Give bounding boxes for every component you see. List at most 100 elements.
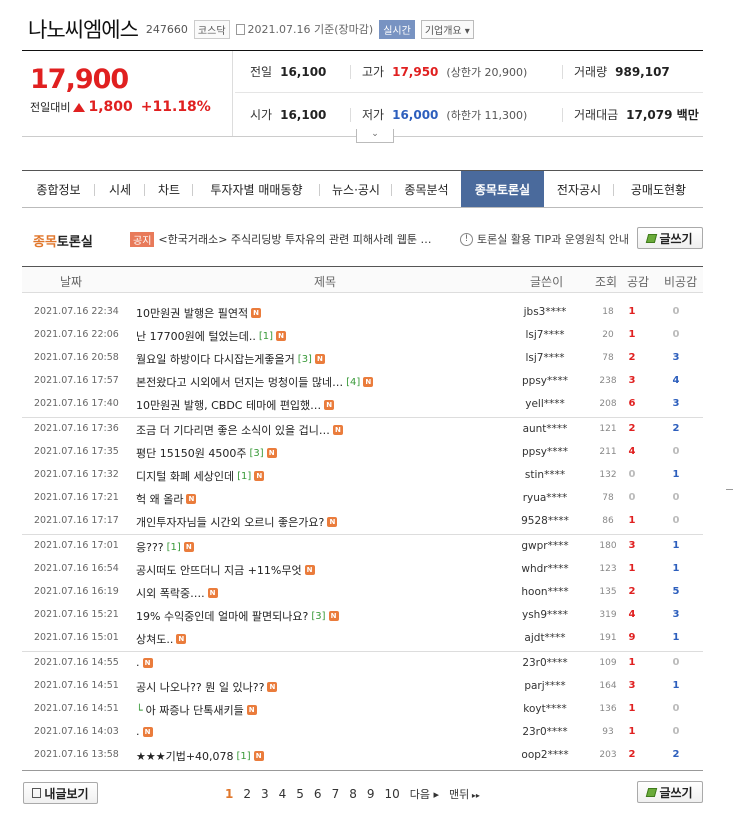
post-dislikes: 0 xyxy=(672,306,680,317)
page-link[interactable]: 9 xyxy=(362,787,380,801)
post-title: 디지털 화폐 세상인데 xyxy=(136,470,235,483)
post-title-link[interactable]: 상쳐도.. N xyxy=(136,631,187,647)
post-writer[interactable]: ryua**** xyxy=(502,492,588,504)
post-writer[interactable]: gwpr**** xyxy=(502,540,588,552)
post-writer[interactable]: parj**** xyxy=(502,680,588,692)
post-writer[interactable]: 9528**** xyxy=(502,515,588,527)
page-link[interactable]: 5 xyxy=(291,787,309,801)
tab-7[interactable]: 전자공시 xyxy=(544,171,614,207)
post-title-link[interactable]: 19% 수익중인데 얼마에 팔면되나요? [3] N xyxy=(136,608,339,624)
post-writer[interactable]: ppsy**** xyxy=(502,446,588,458)
post-writer[interactable]: yell**** xyxy=(502,398,588,410)
post-dislikes: 4 xyxy=(672,375,680,386)
last-page-link[interactable]: 맨뒤 ▸▸ xyxy=(444,786,485,802)
write-button-top[interactable]: 글쓰기 xyxy=(637,227,703,249)
page-link[interactable]: 3 xyxy=(256,787,274,801)
post-title-link[interactable]: 조금 더 기다리면 좋은 소식이 있을 겁니… N xyxy=(136,422,343,438)
post-title-link[interactable]: 응??? [1] N xyxy=(136,539,194,555)
realtime-button[interactable]: 실시간 xyxy=(379,19,415,39)
tab-label: 차트 xyxy=(157,182,181,197)
post-title-link[interactable]: 디지털 화폐 세상인데 [1] N xyxy=(136,468,265,484)
post-writer[interactable]: oop2**** xyxy=(502,749,588,761)
post-title-link[interactable]: 공시 나오나?? 뭔 일 있나?? N xyxy=(136,679,278,695)
post-title-link[interactable]: 본전왔다고 시외에서 던지는 멍청이들 많네… [4] N xyxy=(136,374,374,390)
post-dislikes: 1 xyxy=(672,563,680,574)
tab-1[interactable]: 시세 xyxy=(95,171,145,207)
tab-label: 전자공시 xyxy=(556,182,602,197)
post-dislikes: 1 xyxy=(672,469,680,480)
post-writer[interactable]: lsj7**** xyxy=(502,329,588,341)
tab-6[interactable]: 종목토론실 xyxy=(461,171,544,207)
next-page-link[interactable]: 다음 ▸ xyxy=(405,786,444,802)
post-writer[interactable]: 23r0**** xyxy=(502,657,588,669)
page-link[interactable]: 8 xyxy=(344,787,362,801)
table-row: 2021.07.16 14:51 공시 나오나?? 뭔 일 있나?? Nparj**… xyxy=(22,675,703,698)
tab-0[interactable]: 종합정보 xyxy=(22,171,95,207)
post-dislikes: 3 xyxy=(672,352,680,363)
post-title-link[interactable]: 월요일 하방이다 다시잡는게좋을거 [3] N xyxy=(136,351,325,367)
post-title-link[interactable]: ★★★기법+40,078 [1] N xyxy=(136,748,264,764)
post-title-link[interactable]: 공시떠도 안뜨더니 지금 +11%무엇 N xyxy=(136,562,315,578)
new-icon: N xyxy=(324,400,335,410)
company-info-dropdown[interactable]: 기업개요 ▾ xyxy=(420,19,474,39)
my-posts-button[interactable]: 내글보기 xyxy=(23,782,98,804)
post-writer[interactable]: jbs3**** xyxy=(502,306,588,318)
post-writer[interactable]: ajdt**** xyxy=(502,632,588,644)
tab-label: 종합정보 xyxy=(36,182,81,197)
up-triangle-icon xyxy=(73,102,86,112)
post-writer[interactable]: 23r0**** xyxy=(502,726,588,738)
post-date: 2021.07.16 17:01 xyxy=(34,540,119,551)
page-link[interactable]: 7 xyxy=(327,787,345,801)
post-date: 2021.07.16 22:34 xyxy=(34,306,119,317)
new-icon: N xyxy=(142,657,153,668)
post-title-link[interactable]: 헉 왜 올라 N xyxy=(136,491,197,507)
post-writer[interactable]: aunt**** xyxy=(502,423,588,435)
write-button-bottom[interactable]: 글쓰기 xyxy=(637,781,703,803)
tab-4[interactable]: 뉴스·공시 xyxy=(320,171,392,207)
post-writer[interactable]: hoon**** xyxy=(502,586,588,598)
post-title-link[interactable]: 평단 15150원 4500주 [3] N xyxy=(136,445,277,461)
post-date: 2021.07.16 16:54 xyxy=(34,563,119,574)
post-title-link[interactable]: 개인투자자님들 시간외 오르니 좋은가요? N xyxy=(136,514,338,530)
expand-toggle[interactable]: ⌄ xyxy=(356,129,394,143)
post-title-link[interactable]: 10만원권 발행은 필연적 N xyxy=(136,305,262,321)
new-icon: N xyxy=(183,542,194,552)
post-writer[interactable]: ysh9**** xyxy=(502,609,588,621)
post-dislikes: 0 xyxy=(672,492,680,503)
table-row: 2021.07.16 17:36 조금 더 기다리면 좋은 소식이 있을 겁니… N… xyxy=(22,418,703,441)
post-writer[interactable]: ppsy**** xyxy=(502,375,588,387)
post-writer[interactable]: stin**** xyxy=(502,469,588,481)
tab-2[interactable]: 차트 xyxy=(145,171,193,207)
post-writer[interactable]: whdr**** xyxy=(502,563,588,575)
table-row: 2021.07.16 17:01 응??? [1] Ngwpr**** 180 3 1 xyxy=(22,535,703,558)
post-title: 10만원권 발행, CBDC 테마에 편입했… xyxy=(136,399,322,412)
tab-8[interactable]: 공매도현황 xyxy=(614,171,703,207)
post-title-link[interactable]: 10만원권 발행, CBDC 테마에 편입했… N xyxy=(136,397,335,413)
post-dislikes: 1 xyxy=(672,680,680,691)
post-title-link[interactable]: └ 아 짜증나 단톡새키들 N xyxy=(136,702,257,718)
tab-3[interactable]: 투자자별 매매동향 xyxy=(193,171,320,207)
tab-5[interactable]: 종목분석 xyxy=(392,171,461,207)
post-writer[interactable]: koyt**** xyxy=(502,703,588,715)
post-title-link[interactable]: 난 17700원에 털었는데.. [1] N xyxy=(136,328,286,344)
post-title-link[interactable]: .N xyxy=(136,725,153,738)
tab-bar: 종합정보 시세 차트 투자자별 매매동향 뉴스·공시 종목분석 종목토론실 전자공시 공매도현황 xyxy=(22,170,703,208)
page-link[interactable]: 6 xyxy=(309,787,327,801)
prev-close: 전일 16,100 xyxy=(250,64,327,80)
post-writer[interactable]: lsj7**** xyxy=(502,352,588,364)
page-link[interactable]: 10 xyxy=(379,787,404,801)
page-link[interactable]: 4 xyxy=(274,787,292,801)
post-dislikes: 0 xyxy=(672,657,680,668)
post-likes: 4 xyxy=(628,446,636,457)
tip-link[interactable]: ! 토론실 활용 TIP과 운영원칙 안내 xyxy=(460,231,629,247)
post-title-link[interactable]: .N xyxy=(136,656,153,669)
page-link[interactable]: 2 xyxy=(238,787,256,801)
page-link[interactable]: 1 xyxy=(220,787,238,801)
notice-link[interactable]: 공지 <한국거래소> 주식리딩방 투자유의 관련 피해사례 웹툰 … xyxy=(130,231,431,247)
post-dislikes: 3 xyxy=(672,609,680,620)
post-date: 2021.07.16 15:01 xyxy=(34,632,119,643)
post-title-link[interactable]: 시외 폭락중…. N xyxy=(136,585,218,601)
post-title: . xyxy=(136,725,140,738)
post-date: 2021.07.16 16:19 xyxy=(34,586,119,597)
post-date: 2021.07.16 20:58 xyxy=(34,352,119,363)
